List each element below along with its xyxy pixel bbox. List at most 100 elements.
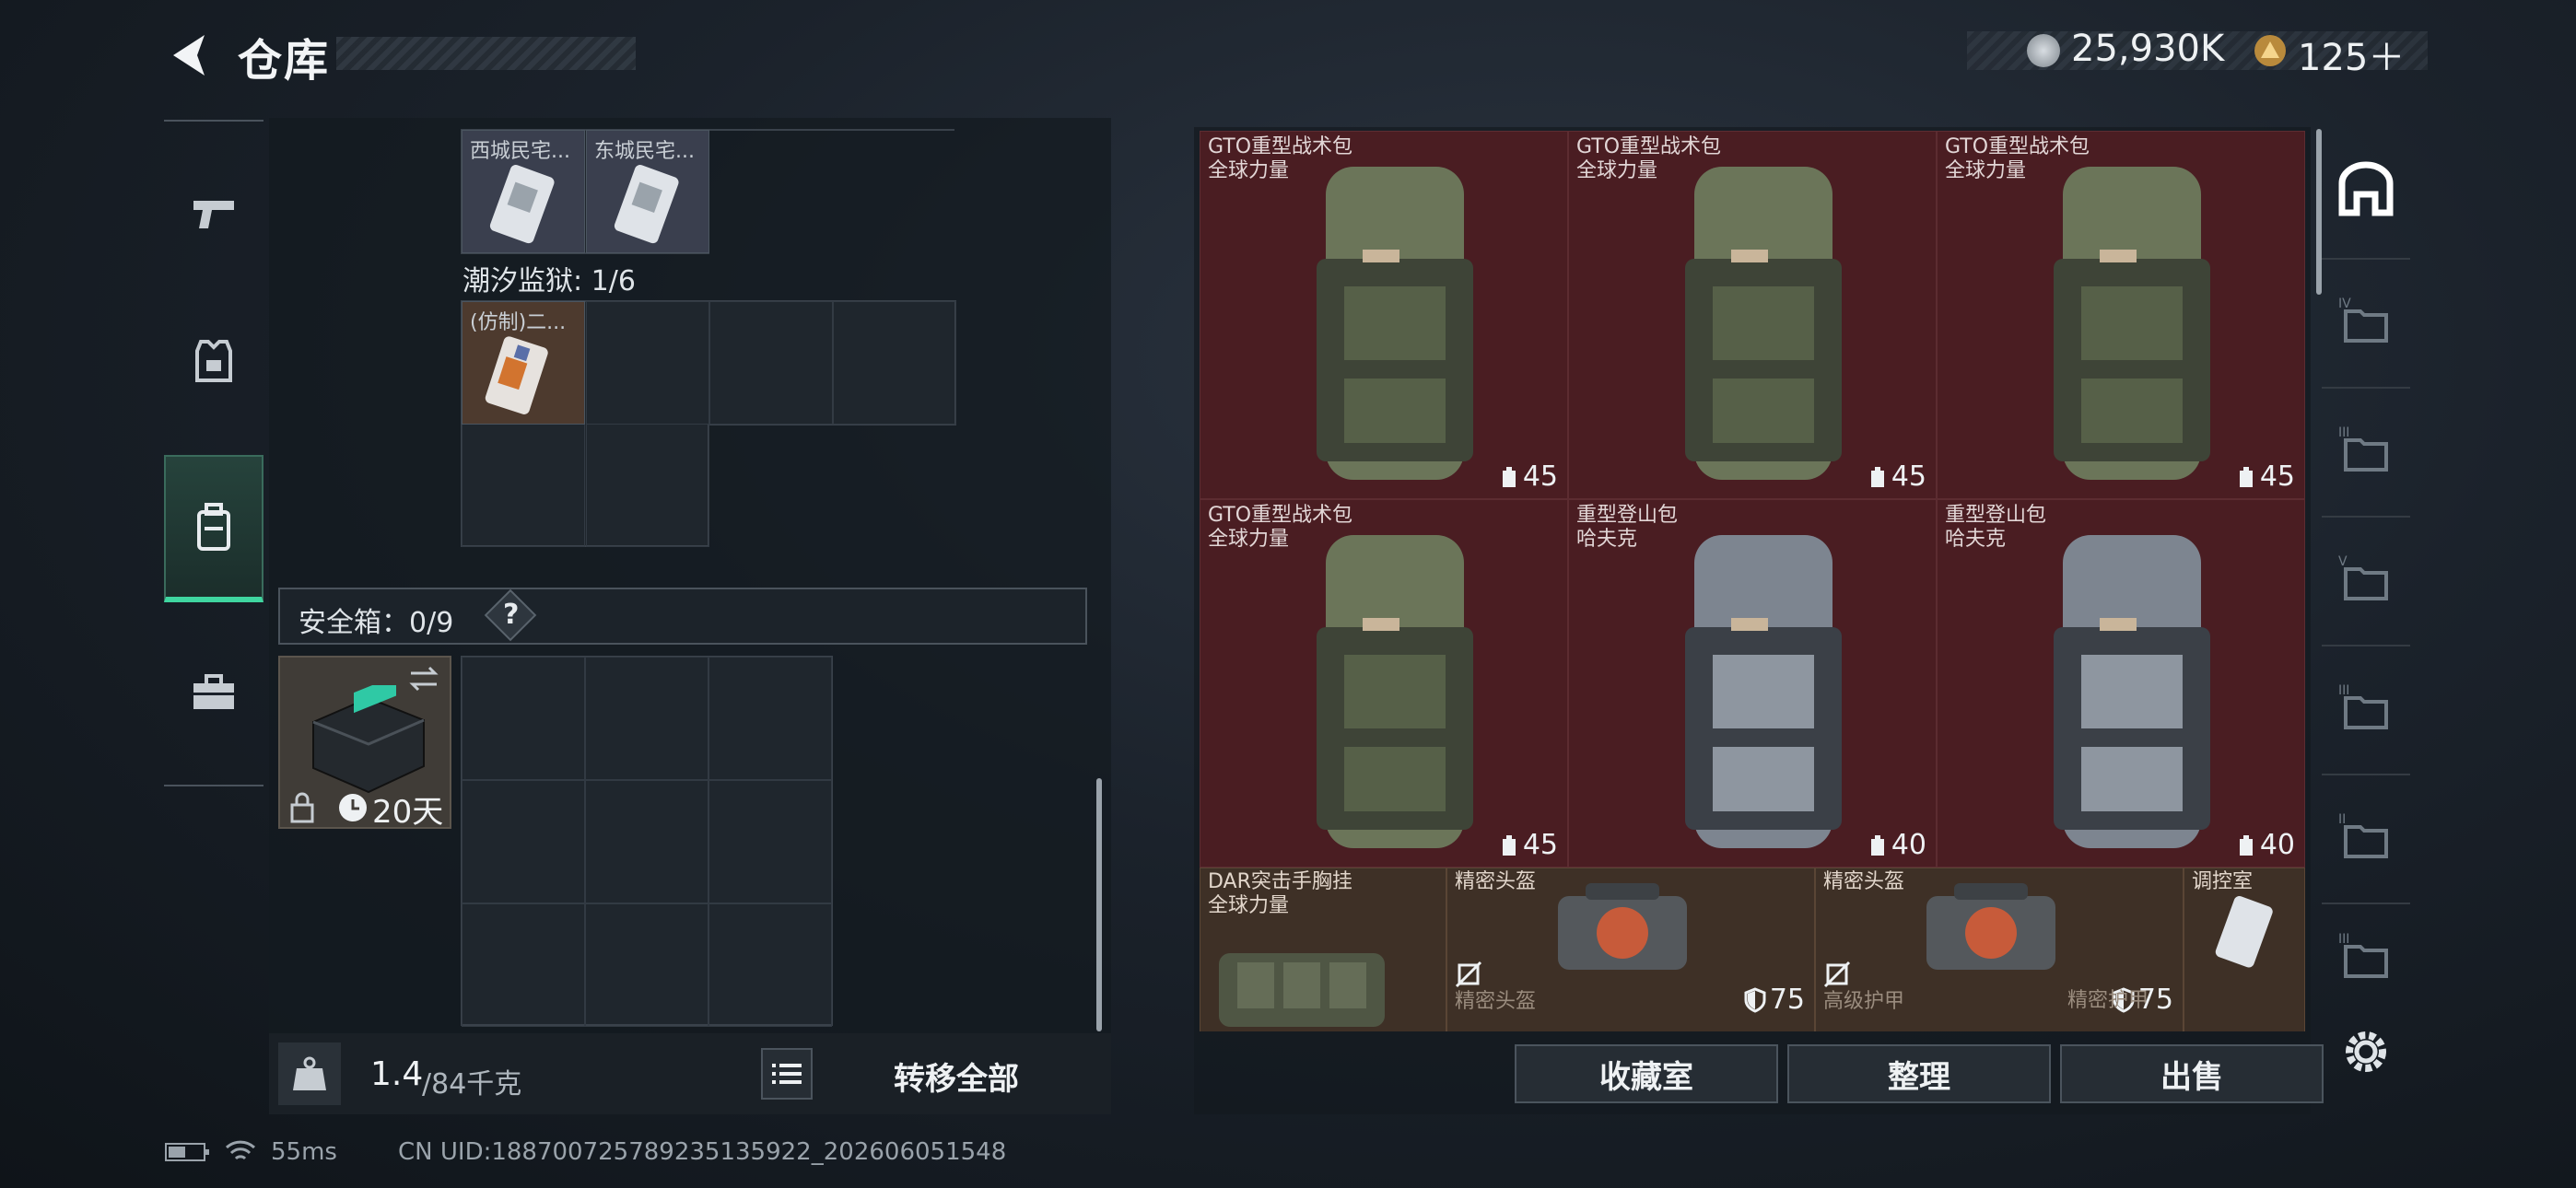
item-name: 调控室 bbox=[2192, 870, 2254, 893]
stash-tab-5[interactable]: V bbox=[2322, 516, 2410, 637]
safebox-slot[interactable] bbox=[585, 903, 708, 1027]
key-slot[interactable] bbox=[709, 301, 833, 425]
key-item[interactable]: (仿制)二... bbox=[462, 301, 585, 425]
item-durability: 75 bbox=[1744, 984, 1805, 1016]
weight-icon-box bbox=[278, 1042, 341, 1105]
swap-icon[interactable] bbox=[407, 665, 440, 693]
capacity-icon bbox=[2239, 834, 2253, 856]
item-capacity: 45 bbox=[1499, 460, 1558, 493]
back-arrow-icon[interactable] bbox=[164, 29, 216, 81]
helmet-bag-image bbox=[1926, 883, 2055, 970]
key-slot[interactable] bbox=[462, 424, 585, 547]
item-name: 重型登山包 哈夫克 bbox=[1576, 504, 1679, 551]
capacity-icon bbox=[2239, 466, 2253, 487]
stash-item-helmet[interactable]: 精密头盔 75 精密头盔 bbox=[1446, 868, 1815, 1031]
stash-tab-3b[interactable]: III bbox=[2322, 645, 2410, 766]
keycard-icon bbox=[2215, 896, 2273, 968]
currency-a: 25,930K bbox=[2071, 28, 2225, 70]
weight-max: /84千克 bbox=[422, 1068, 522, 1101]
key-slot[interactable] bbox=[586, 301, 709, 425]
wifi-icon bbox=[225, 1140, 256, 1160]
stash-tab-all[interactable] bbox=[2322, 129, 2410, 249]
nav-armor[interactable] bbox=[164, 287, 263, 435]
transfer-all-button[interactable]: 转移全部 bbox=[894, 1054, 1019, 1099]
backpack-image bbox=[1317, 535, 1473, 848]
prison-key-label: 潮汐监狱: 1/6 bbox=[463, 265, 636, 297]
inventory-scrollbar[interactable] bbox=[1096, 778, 1102, 1031]
backpack-image bbox=[1317, 167, 1473, 480]
stash-item-backpack[interactable]: GTO重型战术包 全球力量 45 bbox=[1200, 499, 1568, 868]
list-icon bbox=[772, 1064, 802, 1084]
silver-coin-icon bbox=[2027, 34, 2060, 67]
stash-tab-2[interactable]: II bbox=[2322, 774, 2410, 895]
sort-button[interactable]: 整理 bbox=[1787, 1044, 2051, 1103]
list-view-button[interactable] bbox=[761, 1048, 813, 1100]
folder-tier-5-icon: V bbox=[2338, 554, 2388, 600]
key-item[interactable]: 东城民宅... bbox=[586, 130, 709, 253]
nav-tools[interactable] bbox=[164, 619, 263, 766]
stash-tab-4[interactable]: IV bbox=[2322, 258, 2410, 379]
stash-item-key[interactable]: 调控室 bbox=[2184, 868, 2305, 1031]
stash-item-chest-rig[interactable]: DAR突击手胸挂 全球力量 bbox=[1200, 868, 1446, 1031]
stash-item-backpack[interactable]: GTO重型战术包 全球力量 45 bbox=[1568, 131, 1937, 499]
folder-tier-3-icon: III bbox=[2338, 683, 2388, 729]
folder-tier-4-icon: IV bbox=[2338, 297, 2388, 343]
svg-text:II: II bbox=[2338, 812, 2346, 827]
item-name: 高级护甲 bbox=[1823, 990, 1905, 1013]
svg-text:III: III bbox=[2338, 683, 2349, 698]
backpack-image bbox=[1685, 535, 1842, 848]
item-name: 精密头盔 bbox=[1455, 990, 1537, 1013]
key-slot[interactable] bbox=[833, 301, 956, 425]
stash-tab-3c[interactable]: III bbox=[2322, 903, 2410, 1006]
safebox-slot[interactable] bbox=[708, 657, 832, 780]
settings-gear-icon[interactable] bbox=[2340, 1026, 2392, 1077]
stash-home-icon bbox=[2338, 161, 2394, 216]
safebox-slot[interactable] bbox=[708, 780, 832, 903]
safebox-slot[interactable] bbox=[462, 903, 585, 1027]
weight-current: 1.4 bbox=[370, 1055, 424, 1093]
item-name: 精密护甲 bbox=[2067, 989, 2149, 1012]
helmet-bag-image bbox=[1558, 883, 1687, 970]
safebox-slot[interactable] bbox=[462, 657, 585, 780]
stash-bottom-clip: DAR突击手胸挂 全球力量 精密头盔 75 精密头盔 精密头盔 75 高级护甲 调… bbox=[1200, 868, 2305, 1031]
safebox-icon bbox=[312, 685, 425, 794]
item-name: 重型登山包 哈夫克 bbox=[1945, 504, 2047, 551]
stash-tab-3[interactable]: III bbox=[2322, 387, 2410, 508]
svg-text:V: V bbox=[2338, 554, 2348, 569]
currency-b[interactable]: 125＋ bbox=[2298, 28, 2405, 81]
keycard-icon bbox=[489, 165, 555, 244]
item-capacity: 40 bbox=[1868, 829, 1926, 861]
safebox-slot[interactable] bbox=[585, 657, 708, 780]
clock-icon bbox=[339, 794, 367, 821]
item-name: (仿制)二... bbox=[470, 311, 567, 334]
svg-text:IV: IV bbox=[2338, 297, 2351, 311]
title-stripe bbox=[336, 37, 636, 70]
stash-item-backpack[interactable]: 重型登山包 哈夫克 40 bbox=[1568, 499, 1937, 868]
armor-vest-icon bbox=[195, 340, 232, 382]
help-icon: ? bbox=[503, 599, 520, 631]
safebox-slot[interactable] bbox=[708, 903, 832, 1027]
stash-item-backpack[interactable]: 重型登山包 哈夫克 40 bbox=[1937, 499, 2305, 868]
key-item[interactable]: 西城民宅... bbox=[462, 130, 585, 253]
safebox-slot[interactable] bbox=[462, 780, 585, 903]
uid-readout: CN UID:18870072578923513592​2_2026060515… bbox=[398, 1138, 1007, 1166]
safebox-slot[interactable] bbox=[585, 780, 708, 903]
safebox-card[interactable]: 20天 bbox=[278, 656, 451, 831]
stash-item-backpack[interactable]: GTO重型战术包 全球力量 45 bbox=[1937, 131, 2305, 499]
stash-item-backpack[interactable]: GTO重型战术包 全球力量 45 bbox=[1200, 131, 1568, 499]
item-capacity: 45 bbox=[2236, 460, 2295, 493]
item-name: 东城民宅... bbox=[594, 140, 695, 163]
key-slot[interactable] bbox=[586, 424, 709, 547]
shield-icon bbox=[1744, 986, 1766, 1013]
item-capacity: 45 bbox=[1499, 829, 1558, 861]
nav-backpack[interactable] bbox=[164, 455, 263, 602]
weight-icon bbox=[293, 1056, 326, 1090]
top-divider bbox=[709, 129, 954, 131]
item-name: 西城民宅... bbox=[470, 140, 570, 163]
sell-button[interactable]: 出售 bbox=[2060, 1044, 2324, 1103]
collection-room-button[interactable]: 收藏室 bbox=[1515, 1044, 1778, 1103]
nav-weapons[interactable] bbox=[164, 140, 263, 287]
no-helmet-icon bbox=[1455, 961, 1482, 988]
backpack-image bbox=[1685, 167, 1842, 480]
backpack-icon bbox=[197, 503, 230, 551]
